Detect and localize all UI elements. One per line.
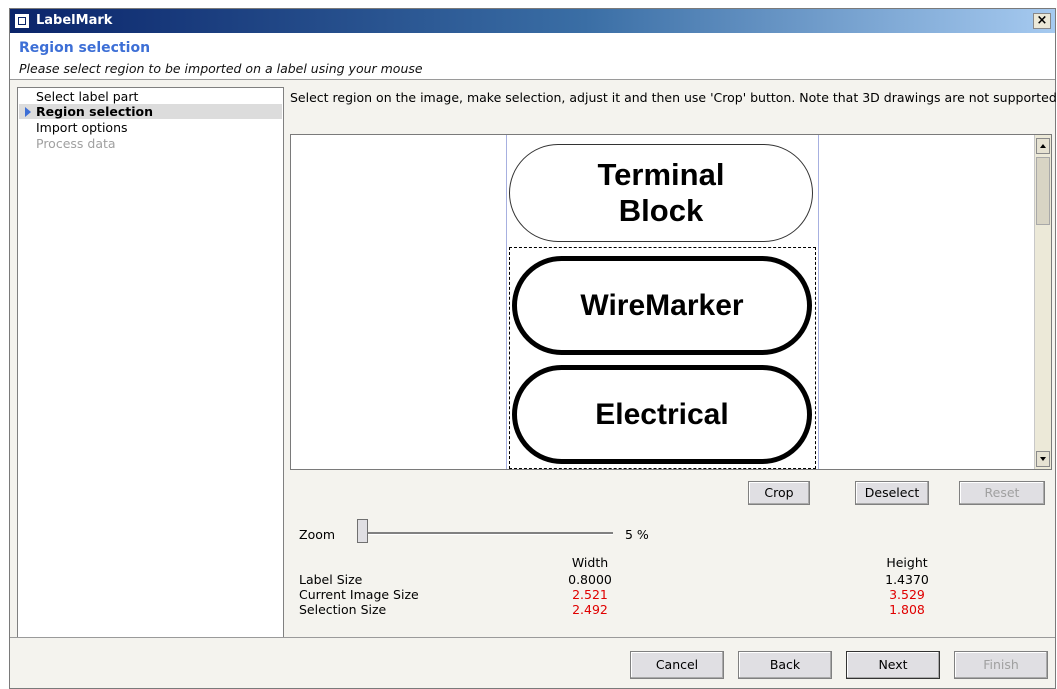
wizard-window: LabelMark × Region selection Please sele… — [9, 8, 1057, 689]
selection-size-width: 2.492 — [572, 602, 608, 617]
page-title: Region selection — [19, 40, 151, 56]
label-boundary-right — [818, 135, 819, 469]
step-select-label-part[interactable]: Select label part — [36, 89, 138, 104]
label-size-label: Label Size — [299, 572, 363, 587]
step-import-options[interactable]: Import options — [36, 120, 128, 135]
step-process-data: Process data — [36, 136, 116, 151]
label-text: Block — [618, 193, 704, 228]
back-button[interactable]: Back — [738, 651, 832, 679]
window-title: LabelMark — [36, 13, 113, 28]
zoom-slider-track[interactable] — [360, 532, 613, 535]
next-button[interactable]: Next — [846, 651, 940, 679]
reset-button: Reset — [959, 481, 1045, 505]
label-terminal-block: Terminal Block — [509, 144, 813, 242]
cancel-button[interactable]: Cancel — [630, 651, 724, 679]
label-text: Terminal — [597, 157, 725, 192]
step-label: Region selection — [36, 104, 154, 119]
scroll-down-icon[interactable] — [1036, 451, 1050, 467]
height-header: Height — [886, 555, 928, 570]
label-size-height: 1.4370 — [885, 572, 929, 587]
title-bar[interactable]: LabelMark × — [10, 9, 1055, 33]
zoom-label: Zoom — [299, 527, 336, 542]
vertical-scrollbar[interactable] — [1034, 135, 1051, 469]
close-icon[interactable]: × — [1033, 13, 1051, 29]
zoom-value: 5 % — [625, 527, 649, 542]
scroll-up-icon[interactable] — [1036, 138, 1050, 154]
current-step-arrow-icon — [25, 107, 31, 117]
selection-size-label: Selection Size — [299, 602, 387, 617]
width-header: Width — [571, 555, 609, 570]
current-image-size-width: 2.521 — [572, 587, 608, 602]
label-boundary-left — [506, 135, 507, 469]
current-image-size-label: Current Image Size — [299, 587, 419, 602]
image-viewer[interactable]: Terminal Block WireMarker Electrical — [290, 134, 1052, 470]
zoom-slider-thumb[interactable] — [357, 519, 368, 543]
wizard-header: Region selection Please select region to… — [10, 33, 1055, 80]
selection-size-height: 1.808 — [889, 602, 925, 617]
instruction-text: Select region on the image, make selecti… — [290, 90, 1057, 105]
label-size-width: 0.8000 — [568, 572, 612, 587]
app-icon — [14, 13, 30, 29]
step-region-selection[interactable]: Region selection — [19, 104, 282, 119]
selection-rectangle[interactable] — [509, 247, 816, 469]
steps-panel: Select label part Region selection Impor… — [17, 87, 284, 638]
crop-button[interactable]: Crop — [748, 481, 810, 505]
deselect-button[interactable]: Deselect — [855, 481, 929, 505]
finish-button: Finish — [954, 651, 1048, 679]
current-image-size-height: 3.529 — [889, 587, 925, 602]
scroll-thumb[interactable] — [1036, 157, 1050, 225]
page-subtitle: Please select region to be imported on a… — [19, 61, 423, 76]
